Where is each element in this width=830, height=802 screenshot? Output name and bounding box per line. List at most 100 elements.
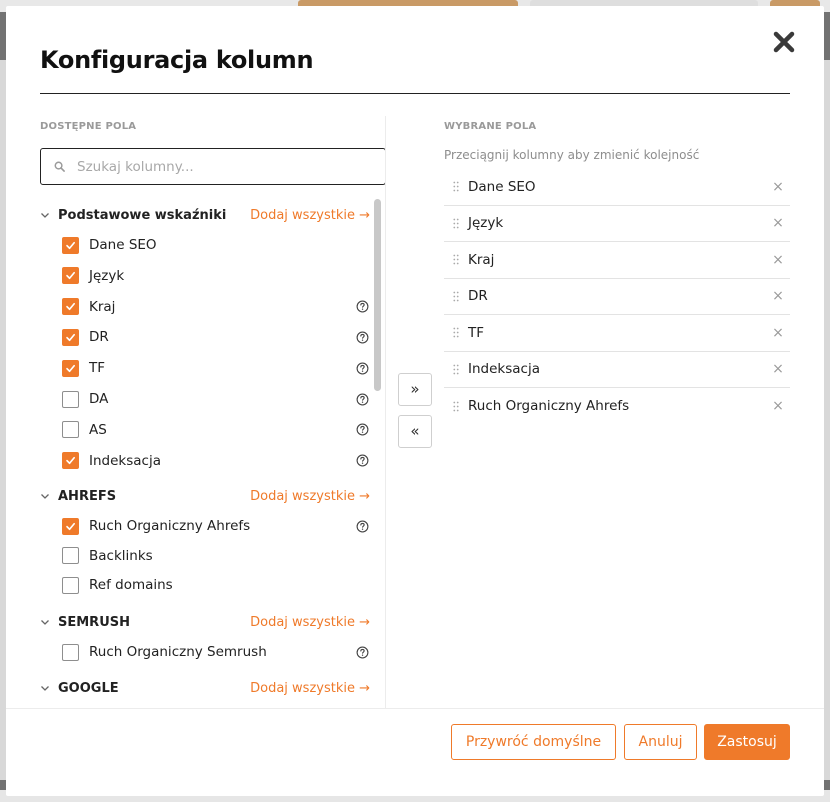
move-left-button[interactable]: « [398,415,432,448]
checkmark-icon [66,333,75,341]
drag-handle-icon[interactable] [444,401,468,412]
help-icon[interactable] [355,453,370,468]
search-icon [41,161,71,172]
selected-field-label: Dane SEO [468,178,536,195]
field-option[interactable]: DA [62,388,370,410]
selected-field-row[interactable]: TF × [444,315,790,352]
help-icon[interactable] [355,330,370,345]
chevron-down-icon[interactable] [40,683,58,693]
remove-icon[interactable]: × [766,398,790,414]
help-icon[interactable] [355,422,370,437]
checkbox-checked[interactable] [62,298,79,316]
available-list-scrollbar-thumb[interactable] [374,199,381,391]
checkbox-checked[interactable] [62,517,79,535]
close-icon[interactable] [770,28,798,56]
checkbox-unchecked[interactable] [62,390,79,408]
chevron-down-icon[interactable] [40,210,58,220]
group-name: Podstawowe wskaźniki [58,207,227,223]
available-fields-heading: DOSTĘPNE POLA [40,121,137,132]
checkmark-icon [66,303,75,311]
field-option[interactable]: Ref domains [62,574,370,596]
drag-handle-icon[interactable] [444,254,468,265]
add-all-link[interactable]: Dodaj wszystkie → [250,489,370,504]
field-option[interactable]: DR [62,326,370,348]
add-all-link[interactable]: Dodaj wszystkie → [250,615,370,630]
column-divider [385,116,386,708]
selected-fields-list: Dane SEO × Język × Kraj × DR × TF × Indeksacja × Ruc… [444,169,790,425]
field-label: DR [89,329,109,346]
add-all-link[interactable]: Dodaj wszystkie → [250,208,370,223]
field-label: Ruch Organiczny Semrush [89,644,267,660]
group-name: AHREFS [58,488,117,504]
chevron-down-icon[interactable] [40,617,58,627]
field-option[interactable]: Kraj [62,296,370,318]
apply-button[interactable]: Zastosuj [704,724,790,760]
drag-handle-icon[interactable] [444,291,468,302]
checkbox-unchecked[interactable] [62,643,79,661]
selected-field-label: DR [468,288,488,305]
help-icon[interactable] [355,392,370,407]
background-right-edge [824,60,830,780]
remove-icon[interactable]: × [766,252,790,268]
field-option[interactable]: AS [62,419,370,441]
field-label: Ruch Organiczny Ahrefs [89,518,251,534]
checkbox-checked[interactable] [62,452,79,470]
field-label: Indeksacja [89,452,161,469]
move-right-button[interactable]: » [398,373,432,406]
drag-handle-icon[interactable] [444,327,468,338]
field-option[interactable]: Indeksacja [62,450,370,472]
checkbox-unchecked[interactable] [62,576,79,594]
remove-icon[interactable]: × [766,215,790,231]
group-header[interactable]: SEMRUSH Dodaj wszystkie → [40,611,370,633]
search-field[interactable] [40,148,386,185]
remove-icon[interactable]: × [766,179,790,195]
drag-handle-icon[interactable] [444,364,468,375]
modal-title: Konfiguracja kolumn [40,46,314,74]
remove-icon[interactable]: × [766,325,790,341]
column-config-modal: Konfiguracja kolumn DOSTĘPNE POLA Podsta… [6,6,824,796]
field-label: Dane SEO [89,237,157,253]
checkbox-checked[interactable] [62,267,79,285]
group-header[interactable]: Podstawowe wskaźniki Dodaj wszystkie → [40,204,370,226]
field-option[interactable]: Dane SEO [62,234,370,256]
help-icon[interactable] [355,519,370,534]
remove-icon[interactable]: × [766,361,790,377]
drag-handle-icon[interactable] [444,181,468,192]
selected-field-row[interactable]: Dane SEO × [444,169,790,206]
checkmark-icon [66,522,75,530]
selected-fields-heading: WYBRANE POLA [444,121,537,132]
reset-defaults-button[interactable]: Przywróć domyślne [451,724,616,760]
group-header[interactable]: AHREFS Dodaj wszystkie → [40,485,370,507]
search-input[interactable] [71,158,371,175]
field-option[interactable]: Backlinks [62,545,370,567]
remove-icon[interactable]: × [766,288,790,304]
selected-field-row[interactable]: Indeksacja × [444,352,790,388]
reorder-hint: Przeciągnij kolumny aby zmienić kolejnoś… [444,148,700,162]
checkbox-unchecked[interactable] [62,421,79,439]
group-header[interactable]: GOOGLE Dodaj wszystkie → [40,677,370,699]
selected-field-row[interactable]: Ruch Organiczny Ahrefs × [444,388,790,425]
help-icon[interactable] [355,361,370,376]
chevron-down-icon[interactable] [40,491,58,501]
checkbox-checked[interactable] [62,236,79,254]
field-label: Ref domains [89,577,173,594]
cancel-button[interactable]: Anuluj [624,724,697,760]
field-label: TF [89,360,106,377]
selected-field-row[interactable]: Język × [444,206,790,242]
field-option[interactable]: TF [62,357,370,379]
selected-field-row[interactable]: DR × [444,279,790,315]
selected-field-row[interactable]: Kraj × [444,242,790,279]
field-label: AS [89,421,107,438]
checkbox-checked[interactable] [62,328,79,346]
field-option[interactable]: Język [62,265,370,287]
field-option[interactable]: Ruch Organiczny Semrush [62,641,370,663]
drag-handle-icon[interactable] [444,218,468,229]
help-icon[interactable] [355,645,370,660]
checkbox-checked[interactable] [62,359,79,377]
field-label: Backlinks [89,547,153,564]
group-name: SEMRUSH [58,614,130,630]
add-all-link[interactable]: Dodaj wszystkie → [250,681,370,696]
help-icon[interactable] [355,299,370,314]
field-option[interactable]: Ruch Organiczny Ahrefs [62,515,370,537]
checkbox-unchecked[interactable] [62,547,79,565]
